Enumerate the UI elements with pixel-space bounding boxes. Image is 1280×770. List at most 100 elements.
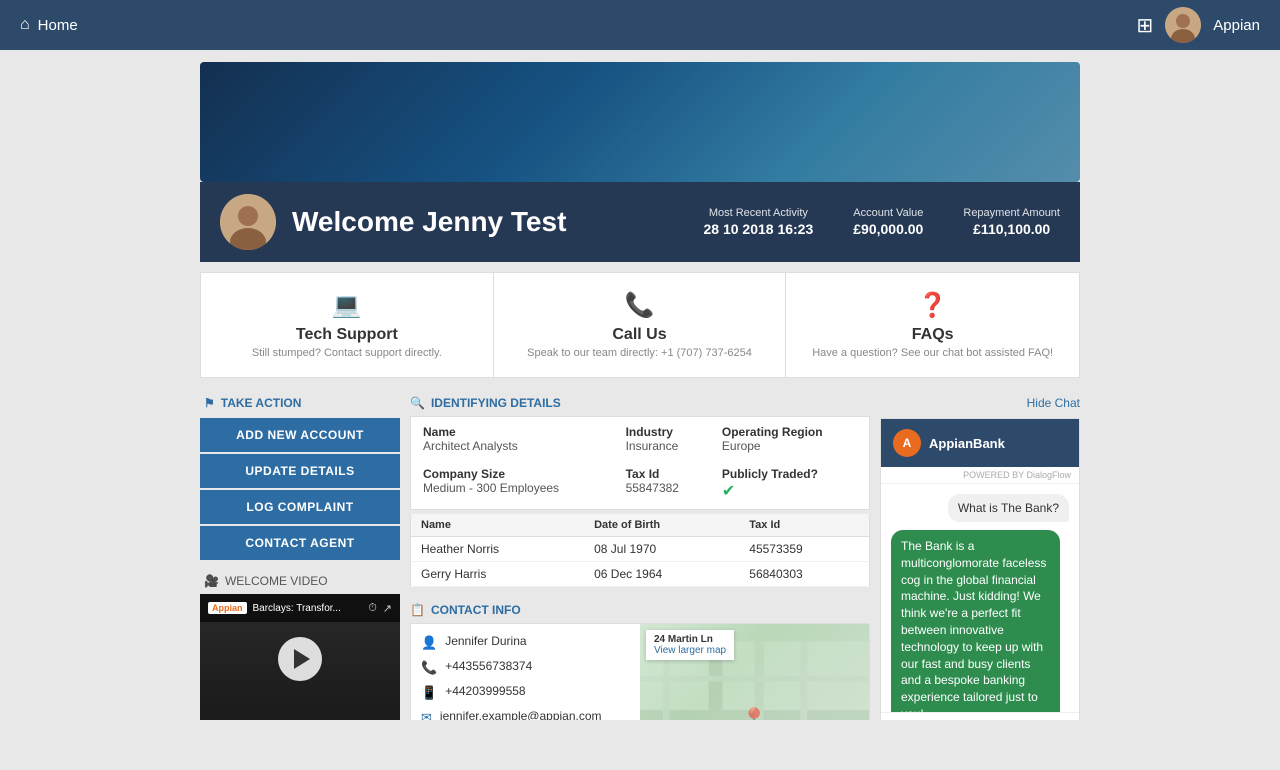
person-icon: 👤 bbox=[421, 635, 437, 651]
welcome-stats: Most Recent Activity 28 10 2018 16:23 Ac… bbox=[703, 207, 1060, 237]
video-top-bar: Appian Barclays: Transfor... ⏱ ↗ bbox=[200, 594, 400, 622]
tech-support-title: Tech Support bbox=[221, 326, 473, 344]
size-value: Medium - 300 Employees bbox=[423, 481, 604, 495]
table-row: NameArchitect Analysts IndustryInsurance… bbox=[413, 419, 867, 459]
service-card-faqs[interactable]: ❓ FAQs Have a question? See our chat bot… bbox=[786, 273, 1079, 377]
service-card-tech-support[interactable]: 💻 Tech Support Still stumped? Contact su… bbox=[201, 273, 494, 377]
service-card-call-us[interactable]: 📞 Call Us Speak to our team directly: +1… bbox=[494, 273, 787, 377]
person-taxid-1: 56840303 bbox=[739, 562, 869, 587]
activity-label: Most Recent Activity bbox=[703, 207, 813, 219]
play-button[interactable] bbox=[278, 637, 322, 681]
map-link[interactable]: View larger map bbox=[654, 645, 726, 656]
stat-repayment: Repayment Amount £110,100.00 bbox=[963, 207, 1060, 237]
home-icon: ⌂ bbox=[20, 16, 30, 34]
share-icon: ↗ bbox=[383, 602, 392, 615]
contact-info-col: 👤 Jennifer Durina 📞 +443556738374 📱 +442… bbox=[411, 624, 640, 720]
stat-activity: Most Recent Activity 28 10 2018 16:23 bbox=[703, 207, 813, 237]
content-area: ⚑ TAKE ACTION ADD NEW ACCOUNT UPDATE DET… bbox=[200, 388, 1080, 720]
chat-input-area: 🎤 bbox=[881, 712, 1079, 720]
search-icon: 🔍 bbox=[410, 396, 425, 410]
contact-info-header: 📋 CONTACT INFO bbox=[410, 595, 870, 623]
table-row: Heather Norris 08 Jul 1970 45573359 bbox=[411, 537, 870, 562]
grid-icon[interactable]: ⊞ bbox=[1137, 13, 1154, 38]
nav-right: ⊞ Appian bbox=[1137, 7, 1260, 43]
nav-home-label: Home bbox=[38, 17, 78, 34]
person-dob-0: 08 Jul 1970 bbox=[584, 537, 739, 562]
right-sidebar: Hide Chat A AppianBank POWERED BY Dialog… bbox=[880, 388, 1080, 720]
top-navigation: ⌂ Home ⊞ Appian bbox=[0, 0, 1280, 50]
take-action-label: TAKE ACTION bbox=[221, 396, 302, 410]
contact-email: jennifer.example@appian.com bbox=[440, 709, 602, 720]
welcome-name: Welcome Jenny Test bbox=[292, 206, 687, 238]
map-placeholder: 24 Martin Ln View larger map 📍 + − bbox=[640, 624, 869, 720]
traded-label: Publicly Traded? bbox=[722, 467, 857, 481]
welcome-video-label: WELCOME VIDEO bbox=[225, 574, 328, 588]
repayment-value: £110,100.00 bbox=[963, 221, 1060, 237]
update-details-button[interactable]: UPDATE DETAILS bbox=[200, 454, 400, 488]
brand-label: Appian bbox=[1213, 17, 1260, 34]
faqs-sub: Have a question? See our chat bot assist… bbox=[806, 347, 1059, 359]
region-value: Europe bbox=[722, 439, 857, 453]
hero-overlay bbox=[200, 62, 1080, 182]
col-name: Name bbox=[411, 514, 585, 537]
timer-icon: ⏱ bbox=[368, 602, 377, 615]
main-scroll-area: Welcome Jenny Test Most Recent Activity … bbox=[0, 50, 1280, 720]
contact-name-row: 👤 Jennifer Durina bbox=[421, 634, 630, 651]
table-row: Gerry Harris 06 Dec 1964 56840303 bbox=[411, 562, 870, 587]
map-col: 24 Martin Ln View larger map 📍 + − bbox=[640, 624, 869, 720]
take-action-header: ⚑ TAKE ACTION bbox=[200, 388, 400, 418]
contact-mobile: +44203999558 bbox=[445, 684, 525, 698]
tech-support-sub: Still stumped? Contact support directly. bbox=[221, 347, 473, 359]
person-name-0: Heather Norris bbox=[411, 537, 585, 562]
faqs-title: FAQs bbox=[806, 326, 1059, 344]
table-row: Company SizeMedium - 300 Employees Tax I… bbox=[413, 461, 867, 507]
chat-powered: POWERED BY DialogFlow bbox=[881, 467, 1079, 484]
left-sidebar: ⚑ TAKE ACTION ADD NEW ACCOUNT UPDATE DET… bbox=[200, 388, 400, 720]
contact-email-row: ✉ jennifer.example@appian.com bbox=[421, 709, 630, 720]
video-icon: 🎥 bbox=[204, 574, 219, 588]
question-icon: ❓ bbox=[806, 291, 1059, 320]
account-value: £90,000.00 bbox=[853, 221, 923, 237]
identifying-details-label: IDENTIFYING DETAILS bbox=[431, 396, 561, 410]
laptop-icon: 💻 bbox=[221, 291, 473, 320]
people-table: Name Date of Birth Tax Id Heather Norris… bbox=[410, 514, 870, 587]
call-us-sub: Speak to our team directly: +1 (707) 737… bbox=[514, 347, 766, 359]
industry-value: Insurance bbox=[626, 439, 700, 453]
flag-icon: ⚑ bbox=[204, 396, 215, 410]
name-label: Name bbox=[423, 425, 604, 439]
log-complaint-button[interactable]: LOG COMPLAINT bbox=[200, 490, 400, 524]
name-value: Architect Analysts bbox=[423, 439, 604, 453]
video-icons: ⏱ ↗ bbox=[368, 602, 392, 615]
taxid-label: Tax Id bbox=[626, 467, 700, 481]
contact-name: Jennifer Durina bbox=[445, 634, 526, 648]
nav-home[interactable]: ⌂ Home bbox=[20, 16, 78, 34]
welcome-avatar bbox=[220, 194, 276, 250]
video-thumbnail[interactable]: Appian Barclays: Transfor... ⏱ ↗ bbox=[200, 594, 400, 720]
contact-grid: 👤 Jennifer Durina 📞 +443556738374 📱 +442… bbox=[410, 623, 870, 720]
email-icon: ✉ bbox=[421, 710, 432, 720]
col-dob: Date of Birth bbox=[584, 514, 739, 537]
avatar[interactable] bbox=[1165, 7, 1201, 43]
identifying-details-table: NameArchitect Analysts IndustryInsurance… bbox=[410, 416, 870, 510]
chat-bank-name: AppianBank bbox=[929, 436, 1005, 451]
identifying-details-header: 🔍 IDENTIFYING DETAILS bbox=[410, 388, 870, 416]
contact-info-label: CONTACT INFO bbox=[431, 603, 521, 617]
map-address-box: 24 Martin Ln View larger map bbox=[646, 630, 734, 660]
contact-mobile-row: 📱 +44203999558 bbox=[421, 684, 630, 701]
hide-chat-button[interactable]: Hide Chat bbox=[880, 388, 1080, 418]
map-address: 24 Martin Ln bbox=[654, 634, 726, 645]
contact-agent-button[interactable]: CONTACT AGENT bbox=[200, 526, 400, 560]
service-cards: 💻 Tech Support Still stumped? Contact su… bbox=[200, 272, 1080, 378]
person-taxid-0: 45573359 bbox=[739, 537, 869, 562]
contact-phone-row: 📞 +443556738374 bbox=[421, 659, 630, 676]
chat-container: A AppianBank POWERED BY DialogFlow What … bbox=[880, 418, 1080, 720]
account-label: Account Value bbox=[853, 207, 923, 219]
chat-message-bot: The Bank is a multiconglomorate faceless… bbox=[891, 530, 1060, 712]
mobile-icon: 📱 bbox=[421, 685, 437, 701]
size-label: Company Size bbox=[423, 467, 604, 481]
chat-bank-logo: A bbox=[893, 429, 921, 457]
add-new-account-button[interactable]: ADD NEW ACCOUNT bbox=[200, 418, 400, 452]
contact-icon: 📋 bbox=[410, 603, 425, 617]
activity-value: 28 10 2018 16:23 bbox=[703, 221, 813, 237]
hero-banner bbox=[200, 62, 1080, 182]
